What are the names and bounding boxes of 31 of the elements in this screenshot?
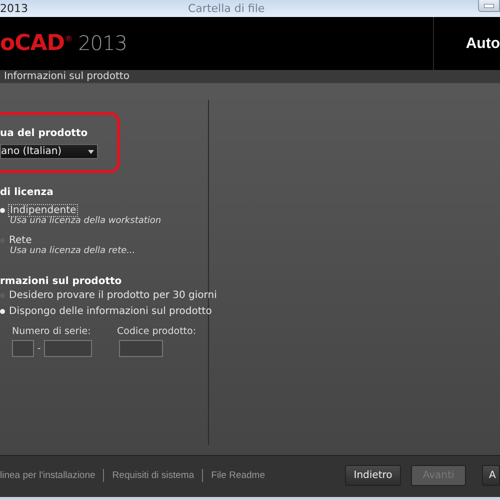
option-description: Usa una licenza della rete... — [10, 246, 136, 256]
product-code-field[interactable] — [119, 340, 163, 357]
field-label: Codice prodotto: — [117, 326, 196, 337]
breadcrumb: Informazioni sul prodotto — [4, 71, 130, 82]
separator-text: - — [36, 344, 42, 354]
language-dropdown[interactable]: ano (Italian) — [0, 144, 98, 159]
option-label: Rete — [9, 235, 32, 246]
brand-logo: Auto — [466, 35, 500, 52]
serial-number-field[interactable] — [44, 340, 92, 357]
field-label: Numero di serie: — [12, 326, 92, 337]
window-title: 2013 — [0, 3, 28, 14]
product-logo: oCAD$^{®}$ 2013 — [0, 31, 127, 56]
option-description: Usa una licenza della workstation — [10, 216, 162, 226]
footer-link[interactable]: File Readme — [211, 470, 265, 481]
option-label: Dispongo delle informazioni sul prodotto — [9, 306, 212, 317]
option-label: Indipendente — [9, 205, 78, 216]
footer-button[interactable]: A — [482, 465, 500, 486]
section-heading: ua del prodotto — [0, 128, 89, 139]
option-label: Desidero provare il prodotto per 30 giorni — [9, 290, 217, 301]
radio-button[interactable] — [0, 208, 5, 213]
section-heading: di licenza — [0, 187, 54, 198]
radio-button[interactable] — [0, 309, 5, 314]
background-text: Cartella di file — [188, 2, 265, 15]
serial-prefix-field[interactable] — [12, 340, 34, 357]
footer-link[interactable]: Requisiti di sistema — [112, 470, 194, 481]
caret-icon — [88, 150, 94, 154]
footer-link[interactable]: linea per l'installazione — [0, 470, 96, 481]
minimize-icon — [484, 4, 494, 8]
section-heading: rmazioni sul prodotto — [0, 276, 123, 287]
back-button[interactable]: Indietro — [345, 465, 401, 486]
minimize-button[interactable] — [478, 0, 500, 12]
